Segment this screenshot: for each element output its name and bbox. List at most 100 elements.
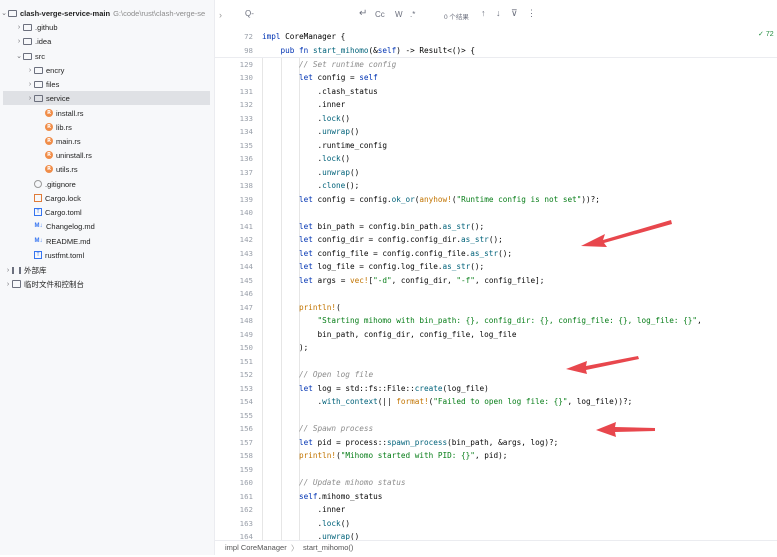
filter-icon[interactable]: ⊽ xyxy=(511,8,518,19)
breadcrumb-impl[interactable]: impl CoreManager xyxy=(225,543,287,552)
code-line: // Set runtime config xyxy=(262,58,396,72)
code-line: // Open log file xyxy=(262,368,373,382)
breadcrumb-function[interactable]: start_mihomo() xyxy=(303,543,353,552)
sticky-scroll-header[interactable]: 72 98 impl CoreManager { pub fn start_mi… xyxy=(215,30,777,58)
code-line: self.mihomo_status xyxy=(262,490,382,504)
line-number: 149 xyxy=(240,328,253,342)
tree-item-label: 外部库 xyxy=(24,265,47,276)
line-number: 137 xyxy=(240,166,253,180)
tree-item-service[interactable]: ›service xyxy=(3,91,210,105)
results-count: 0 个结果 xyxy=(444,11,469,21)
regex-toggle[interactable]: .* xyxy=(410,10,415,19)
code-line: let config = self xyxy=(262,71,378,85)
code-line: .unwrap() xyxy=(262,125,359,139)
tree-item-uninstall-rs[interactable]: Runinstall.rs xyxy=(0,148,214,162)
project-path: G:\code\rust\clash-verge-se xyxy=(113,9,205,18)
chevron-down-icon[interactable]: ⌄ xyxy=(0,9,8,17)
tree-item-idea[interactable]: ›.idea xyxy=(0,34,214,48)
line-number-gutter[interactable]: 1291301311321331341351361371381391401411… xyxy=(215,30,262,540)
chevron-right-icon[interactable]: › xyxy=(26,67,34,74)
chevron-right-icon[interactable]: › xyxy=(15,24,23,31)
code-line: // Spawn process xyxy=(262,422,373,436)
tree-item-github[interactable]: ›.github xyxy=(0,20,214,34)
line-number: 160 xyxy=(240,476,253,490)
more-options-icon[interactable]: ⋮ xyxy=(527,8,536,19)
tree-item-label: rustfmt.toml xyxy=(45,251,84,260)
chevron-right-icon[interactable]: › xyxy=(26,95,34,102)
code-line: // Update mihomo status xyxy=(262,476,405,490)
module-folder-icon xyxy=(34,95,43,102)
code-line: let log = std::fs::File::create(log_file… xyxy=(262,382,489,396)
tree-item-main-rs[interactable]: Rmain.rs xyxy=(0,134,214,148)
line-number: 139 xyxy=(240,193,253,207)
chevron-right-icon[interactable]: › xyxy=(4,281,12,288)
line-number: 156 xyxy=(240,422,253,436)
tree-item-cargo-lock[interactable]: Cargo.lock xyxy=(0,191,214,205)
tree-item-src[interactable]: ⌄src xyxy=(0,49,214,63)
code-line: let config = config.ok_or(anyhow!("Runti… xyxy=(262,193,600,207)
folder-icon xyxy=(23,38,32,45)
search-input[interactable]: Q- xyxy=(245,9,254,18)
tree-item-gitignore[interactable]: .gitignore xyxy=(0,177,214,191)
chevron-right-icon[interactable]: › xyxy=(15,38,23,45)
tree-item-label: README.md xyxy=(46,237,91,246)
tree-item-cargo-toml[interactable]: TCargo.toml xyxy=(0,205,214,219)
tree-item-files[interactable]: ›files xyxy=(0,77,214,91)
code-line: .unwrap() xyxy=(262,166,359,180)
code-line: println!("Mihomo started with PID: {}", … xyxy=(262,449,507,463)
tree-item-label: Cargo.lock xyxy=(45,194,81,203)
gitignore-icon xyxy=(34,180,42,188)
markdown-icon: M↓ xyxy=(34,223,43,229)
tree-item-changelog-md[interactable]: M↓Changelog.md xyxy=(0,219,214,233)
chevron-right-icon[interactable]: › xyxy=(26,81,34,88)
chevron-right-icon[interactable]: › xyxy=(4,267,12,274)
line-number: 131 xyxy=(240,85,253,99)
inspection-count: 72 xyxy=(766,31,774,38)
history-icon[interactable]: ↵ xyxy=(359,8,367,19)
tree-item-project-root[interactable]: ⌄ clash-verge-service-main G:\code\rust\… xyxy=(0,6,214,20)
tree-item-label: encry xyxy=(46,66,64,75)
library-icon xyxy=(12,267,21,274)
annotation-arrow xyxy=(575,216,675,256)
line-number: 135 xyxy=(240,139,253,153)
code-line: let config_dir = config.config_dir.as_st… xyxy=(262,233,503,247)
code-line: .inner xyxy=(262,98,345,112)
code-editor[interactable]: // Set runtime config let config = self … xyxy=(262,30,777,540)
tree-item-encry[interactable]: › encry xyxy=(0,63,214,77)
whole-word-toggle[interactable]: W xyxy=(395,10,403,19)
breadcrumb-separator-icon: 〉 xyxy=(291,543,299,554)
module-folder-icon xyxy=(34,67,43,74)
rust-file-icon: R xyxy=(45,151,53,159)
chevron-down-icon[interactable]: ⌄ xyxy=(15,52,23,60)
rust-file-icon: R xyxy=(45,109,53,117)
line-number: 138 xyxy=(240,179,253,193)
rust-file-icon: R xyxy=(45,137,53,145)
tree-item-[interactable]: › 外部库 xyxy=(0,263,214,277)
tree-item-label: uninstall.rs xyxy=(56,151,92,160)
line-number: 133 xyxy=(240,112,253,126)
sticky-line-number: 72 xyxy=(244,30,253,44)
code-line: .lock() xyxy=(262,112,350,126)
tree-item-install-rs[interactable]: Rinstall.rs xyxy=(0,106,214,120)
project-name: clash-verge-service-main xyxy=(20,9,110,18)
collapse-chevron-icon[interactable]: › xyxy=(219,10,222,20)
code-line: .with_context(|| format!("Failed to open… xyxy=(262,395,632,409)
project-tree-panel: ⌄ clash-verge-service-main G:\code\rust\… xyxy=(0,0,214,555)
line-number: 129 xyxy=(240,58,253,72)
match-case-toggle[interactable]: Cc xyxy=(375,10,385,19)
tree-item-rustfmt-toml[interactable]: Trustfmt.toml xyxy=(0,248,214,262)
toml-file-icon: T xyxy=(34,251,42,259)
tree-item-[interactable]: ›临时文件和控制台 xyxy=(0,277,214,291)
code-line: .lock() xyxy=(262,517,350,531)
inspection-widget[interactable]: ✓ 72 xyxy=(758,30,774,38)
tree-item-lib-rs[interactable]: Rlib.rs xyxy=(0,120,214,134)
code-line: .clash_status xyxy=(262,85,378,99)
tree-item-utils-rs[interactable]: Rutils.rs xyxy=(0,162,214,176)
tree-item-readme-md[interactable]: M↓README.md xyxy=(0,234,214,248)
line-number: 162 xyxy=(240,503,253,517)
line-number: 157 xyxy=(240,436,253,450)
previous-occurrence-icon[interactable]: ↑ xyxy=(481,8,486,18)
line-number: 134 xyxy=(240,125,253,139)
next-occurrence-icon[interactable]: ↓ xyxy=(496,8,501,18)
code-line: .lock() xyxy=(262,152,350,166)
